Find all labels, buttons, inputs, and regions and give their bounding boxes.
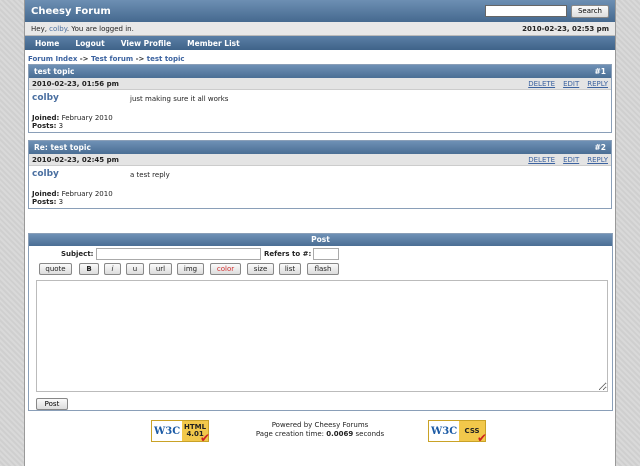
post-submit-button[interactable]: Post [36, 398, 68, 410]
edit-link[interactable]: EDIT [563, 156, 579, 164]
creation-time-value: 0.0069 [326, 430, 354, 438]
img-button[interactable]: img [177, 263, 204, 275]
greeting-suffix: . You are logged in. [66, 24, 134, 33]
reply-link[interactable]: REPLY [587, 80, 608, 88]
joined-value: February 2010 [59, 190, 113, 198]
reply-form-heading: Post [29, 234, 612, 246]
author-info: Joined: February 2010 Posts: 3 [32, 190, 113, 206]
bold-button[interactable]: B [79, 263, 99, 275]
checkmark-icon: ✔ [476, 431, 487, 445]
post-body: colby a test reply Joined: February 2010… [29, 166, 611, 208]
breadcrumb-topic[interactable]: test topic [147, 55, 185, 63]
posts-label: Posts: [32, 198, 57, 206]
w3c-css-badge[interactable]: W3C CSS ✔ [428, 420, 487, 445]
breadcrumb-separator: -> [77, 55, 91, 63]
user-bar: Hey, colby. You are logged in. 2010-02-2… [25, 22, 615, 36]
post-body: colby just making sure it all works Join… [29, 90, 611, 132]
search-button[interactable]: Search [570, 4, 609, 18]
flash-button[interactable]: flash [307, 263, 339, 275]
posts-value: 3 [56, 198, 64, 206]
joined-value: February 2010 [59, 114, 113, 122]
w3c-logo: W3C [431, 425, 458, 437]
login-status: Hey, colby. You are logged in. [31, 25, 522, 33]
page-creation-time: Page creation time: 0.0069 seconds [25, 430, 615, 439]
post-meta: 2010-02-23, 01:56 pm DELETE EDIT REPLY [29, 78, 611, 90]
post: test topic #1 2010-02-23, 01:56 pm DELET… [28, 64, 612, 133]
post-author[interactable]: colby [32, 93, 59, 103]
current-datetime: 2010-02-23, 02:53 pm [522, 24, 609, 33]
list-button[interactable]: list [279, 263, 301, 275]
post-message: just making sure it all works [130, 95, 229, 103]
creation-prefix: Page creation time: [255, 430, 327, 438]
post-title: Re: test topic [34, 143, 91, 152]
author-info: Joined: February 2010 Posts: 3 [32, 114, 113, 130]
url-button[interactable]: url [149, 263, 172, 275]
site-header: Cheesy Forum Search [25, 0, 615, 22]
site-title: Cheesy Forum [31, 5, 111, 17]
message-textarea[interactable] [36, 280, 608, 392]
subject-row: Subject: Refers to #: [29, 246, 612, 262]
nav-view-profile[interactable]: View Profile [121, 39, 171, 48]
underline-button[interactable]: u [126, 263, 144, 275]
post: Re: test topic #2 2010-02-23, 02:45 pm D… [28, 140, 612, 209]
post-author[interactable]: colby [32, 169, 59, 179]
size-button[interactable]: size [247, 263, 274, 275]
refers-to-input[interactable] [313, 248, 339, 260]
breadcrumb: Forum Index -> Test forum -> test topic [28, 55, 612, 63]
breadcrumb-separator: -> [133, 55, 147, 63]
post-meta: 2010-02-23, 02:45 pm DELETE EDIT REPLY [29, 154, 611, 166]
post-title: test topic [34, 67, 75, 76]
delete-link[interactable]: DELETE [528, 80, 555, 88]
italic-button[interactable]: i [104, 263, 121, 275]
post-number: #2 [594, 143, 606, 152]
post-date: 2010-02-23, 01:56 pm [32, 79, 119, 88]
breadcrumb-forum-index[interactable]: Forum Index [28, 55, 77, 63]
subject-label: Subject: [61, 250, 94, 258]
nav-logout[interactable]: Logout [75, 39, 104, 48]
creation-suffix: seconds [353, 430, 385, 438]
reply-form: Post Subject: Refers to #: quote B i u u… [28, 233, 613, 411]
posts-value: 3 [56, 122, 64, 130]
posts-label: Posts: [32, 122, 57, 130]
search-input[interactable] [484, 5, 567, 17]
username-link[interactable]: colby [49, 25, 67, 33]
quote-button[interactable]: quote [39, 263, 72, 275]
post-header: test topic #1 [29, 65, 611, 78]
powered-by: Powered by Cheesy Forums [271, 421, 369, 429]
post-message: a test reply [130, 171, 170, 179]
forum-page: Cheesy Forum Search Hey, colby. You are … [24, 0, 616, 466]
breadcrumb-forum[interactable]: Test forum [91, 55, 133, 63]
joined-label: Joined: [32, 114, 60, 122]
post-date: 2010-02-23, 02:45 pm [32, 155, 119, 164]
footer-text: Powered by Cheesy Forums Page creation t… [25, 421, 615, 439]
nav-member-list[interactable]: Member List [187, 39, 240, 48]
color-button[interactable]: color [210, 263, 241, 275]
greeting-prefix: Hey, [31, 24, 50, 33]
nav-bar: Home Logout View Profile Member List [25, 36, 615, 50]
nav-home[interactable]: Home [35, 39, 59, 48]
subject-input[interactable] [96, 248, 261, 260]
post-number: #1 [594, 67, 606, 76]
bbcode-toolbar: quote B i u url img color size list flas… [29, 262, 612, 278]
post-header: Re: test topic #2 [29, 141, 611, 154]
edit-link[interactable]: EDIT [563, 80, 579, 88]
joined-label: Joined: [32, 190, 60, 198]
refers-to-label: Refers to #: [264, 250, 312, 258]
delete-link[interactable]: DELETE [528, 156, 555, 164]
footer: W3C HTML 4.01 ✔ Powered by Cheesy Forums… [25, 416, 615, 446]
reply-link[interactable]: REPLY [587, 156, 608, 164]
